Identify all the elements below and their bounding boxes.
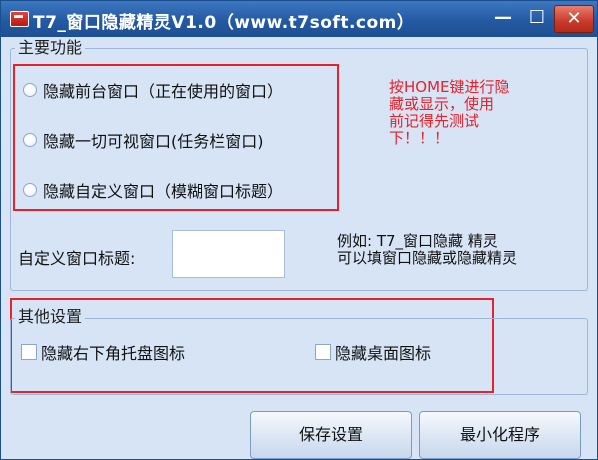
main-group-title: 主要功能 [15,39,86,57]
checkbox-hide-desktop-icons[interactable]: 隐藏桌面图标 [315,341,431,363]
example-line: 可以填窗口隐藏或隐藏精灵 [337,249,518,267]
hotkey-hint: 按HOME键进行隐 藏或显示，使用 前记得先测试 下！！！ [389,79,559,147]
radio-label: 隐藏前台窗口（正在使用的窗口） [43,82,284,101]
save-settings-button[interactable]: 保存设置 [250,411,412,459]
radio-circle[interactable] [23,133,37,147]
app-icon [10,11,29,27]
hint-line: 下！！！ [389,129,450,147]
hint-line: 藏或显示，使用 [389,95,495,113]
radio-hide-all-visible[interactable]: 隐藏一切可视窗口(任务栏窗口) [23,129,264,151]
maximize-button[interactable]: ☐ [520,6,554,32]
title-bar[interactable]: T7_窗口隐藏精灵V1.0（www.t7soft.com） — ☐ ✕ [1,1,597,37]
app-window: T7_窗口隐藏精灵V1.0（www.t7soft.com） — ☐ ✕ 主要功能… [0,0,598,460]
checkbox-label: 隐藏右下角托盘图标 [41,344,186,363]
radio-label: 隐藏一切可视窗口(任务栏窗口) [43,132,264,151]
custom-title-label: 自定义窗口标题: [18,249,136,268]
custom-title-input[interactable] [172,230,285,278]
hint-line: 按HOME键进行隐 [389,78,510,96]
example-note: 例如: T7_窗口隐藏 精灵 可以填窗口隐藏或隐藏精灵 [337,233,587,267]
close-button[interactable]: ✕ [554,5,594,33]
checkbox-box[interactable] [21,344,37,360]
minimize-button[interactable]: — [486,6,520,32]
window-title: T7_窗口隐藏精灵V1.0（www.t7soft.com） [33,13,415,33]
checkbox-label: 隐藏桌面图标 [335,344,432,363]
radio-circle[interactable] [23,83,37,97]
hint-line: 前记得先测试 [389,112,480,130]
other-group-title: 其他设置 [15,308,86,326]
radio-hide-custom[interactable]: 隐藏自定义窗口（模糊窗口标题） [23,179,283,201]
checkbox-hide-tray-icon[interactable]: 隐藏右下角托盘图标 [21,341,185,363]
radio-label: 隐藏自定义窗口（模糊窗口标题） [43,182,284,201]
example-line: 例如: T7_窗口隐藏 精灵 [337,232,498,250]
radio-hide-foreground[interactable]: 隐藏前台窗口（正在使用的窗口） [23,79,283,101]
checkbox-box[interactable] [315,344,331,360]
minimize-program-button[interactable]: 最小化程序 [419,411,581,459]
radio-circle[interactable] [23,183,37,197]
